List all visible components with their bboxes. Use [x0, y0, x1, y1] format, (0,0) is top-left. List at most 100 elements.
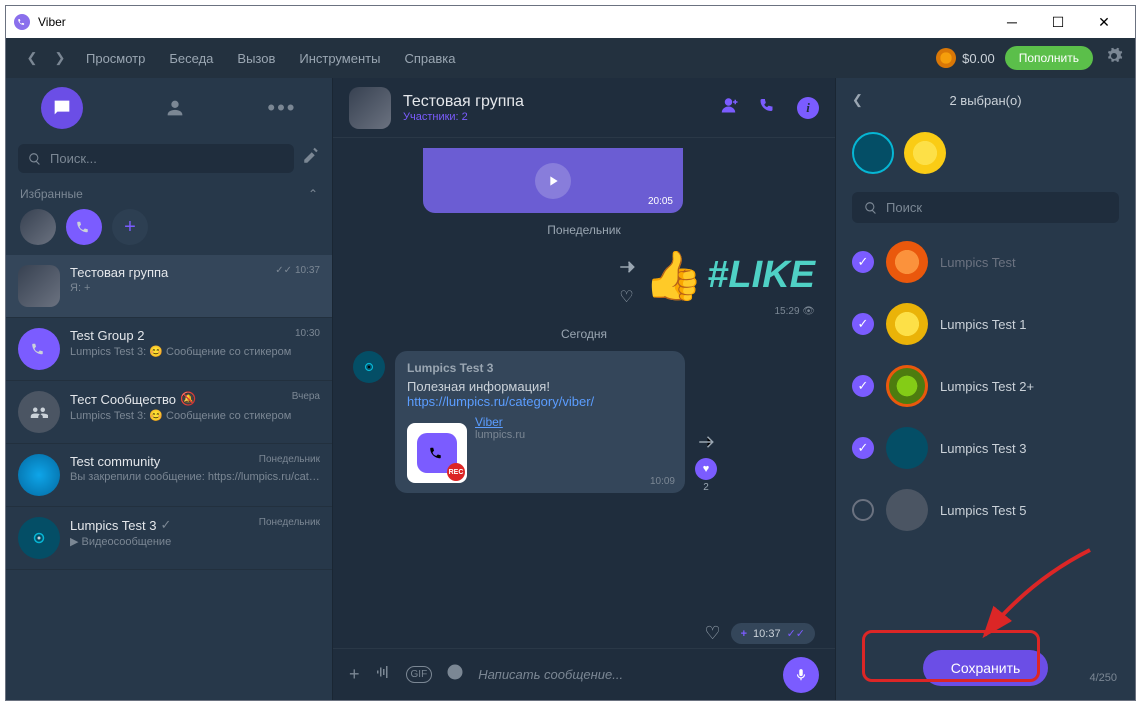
checkbox-checked[interactable]: ✓ [852, 375, 874, 397]
titlebar: Viber ─ ☐ ✕ [6, 6, 1135, 38]
checkbox-checked[interactable]: ✓ [852, 251, 874, 273]
nav-back-button[interactable]: ❮ [18, 44, 46, 72]
chat-avatar [18, 454, 60, 496]
forward-icon[interactable] [618, 258, 636, 281]
day-divider: Сегодня [353, 327, 815, 341]
mute-icon: 🔕 [180, 391, 196, 407]
favorites-section[interactable]: Избранные ⌃ [6, 179, 332, 209]
message-link[interactable]: https://lumpics.ru/category/viber/ [407, 394, 594, 409]
chat-item[interactable]: Lumpics Test 3 ✓ ▶ Видеосообщение Понеде… [6, 507, 332, 570]
panel-search-placeholder: Поиск [886, 200, 922, 215]
sent-status[interactable]: + 10:37 ✓✓ [731, 623, 815, 644]
selected-avatar[interactable] [904, 132, 946, 174]
contact-row[interactable]: Lumpics Test 5 [836, 479, 1135, 541]
attach-icon[interactable]: + [349, 664, 360, 685]
close-button[interactable]: ✕ [1081, 6, 1127, 38]
contact-avatar [886, 365, 928, 407]
chat-item[interactable]: Test community Вы закрепили сообщение: h… [6, 444, 332, 507]
chat-title: Тест Сообщество 🔕 [70, 391, 320, 407]
panel-search-input[interactable]: Поиск [852, 192, 1119, 223]
balance-icon [936, 48, 956, 68]
video-message[interactable]: 20:05 [423, 148, 683, 213]
message-bubble[interactable]: Lumpics Test 3 Полезная информация! http… [395, 351, 685, 493]
chats-tab-icon[interactable] [41, 87, 83, 129]
sidebar-search-placeholder: Поиск... [50, 151, 97, 166]
chat-item[interactable]: Тест Сообщество 🔕 Lumpics Test 3: 😊 Сооб… [6, 381, 332, 444]
app-title: Viber [38, 15, 66, 29]
info-icon[interactable]: i [797, 97, 819, 119]
save-button[interactable]: Сохранить [923, 650, 1049, 686]
balance-display[interactable]: $0.00 [936, 48, 995, 68]
link-title[interactable]: Viber [475, 415, 525, 429]
mic-button[interactable] [783, 657, 819, 693]
sidebar: ••• Поиск... Избранные ⌃ + [6, 78, 333, 700]
call-icon[interactable] [759, 96, 777, 119]
checks-icon: ✓✓ [787, 627, 805, 640]
chat-preview: Вы закрепили сообщение: https://lumpics.… [70, 471, 320, 483]
minimize-button[interactable]: ─ [989, 6, 1035, 38]
like-sticker[interactable]: 👍 #LIKE [644, 247, 815, 304]
contact-row[interactable]: ✓ Lumpics Test 2+ [836, 355, 1135, 417]
link-preview-image[interactable]: REC [407, 423, 467, 483]
topup-button[interactable]: Пополнить [1005, 46, 1093, 70]
selected-avatar[interactable] [852, 132, 894, 174]
contacts-list: ✓ Lumpics Test ✓ Lumpics Test 1 ✓ Lumpic… [836, 231, 1135, 636]
contact-name: Lumpics Test 1 [940, 317, 1026, 332]
contact-avatar [886, 241, 928, 283]
maximize-button[interactable]: ☐ [1035, 6, 1081, 38]
contact-row[interactable]: ✓ Lumpics Test [836, 231, 1135, 293]
sidebar-search-input[interactable]: Поиск... [18, 144, 294, 173]
nav-forward-button[interactable]: ❯ [46, 44, 74, 72]
message-input[interactable]: Написать сообщение... [478, 667, 769, 682]
composer: + GIF Написать сообщение... [333, 648, 835, 700]
heart-outline-icon[interactable]: ♡ [704, 623, 720, 644]
contact-name: Lumpics Test 3 [940, 441, 1026, 456]
chat-header-subtitle[interactable]: Участники: 2 [403, 111, 524, 123]
menu-view[interactable]: Просмотр [74, 51, 157, 66]
compose-icon[interactable] [302, 147, 320, 170]
favorite-avatar[interactable] [20, 209, 56, 245]
menu-help[interactable]: Справка [392, 51, 467, 66]
message-time: 10:09 [650, 476, 675, 487]
chat-item[interactable]: Тестовая группа Я: + ✓✓10:37 [6, 255, 332, 318]
heart-icon[interactable]: ♡ [619, 287, 633, 307]
reaction-heart[interactable]: ♥ [695, 458, 717, 480]
menu-tools[interactable]: Инструменты [287, 51, 392, 66]
audio-bars-icon[interactable] [374, 663, 392, 686]
play-icon [535, 163, 571, 199]
plus-icon: + [741, 628, 747, 640]
app-icon [14, 14, 30, 30]
chat-pane: Тестовая группа Участники: 2 i 20:05 Пон… [333, 78, 835, 700]
forward-icon[interactable] [697, 433, 715, 456]
contact-row[interactable]: ✓ Lumpics Test 1 [836, 293, 1135, 355]
settings-icon[interactable] [1105, 47, 1123, 70]
favorite-viber[interactable] [66, 209, 102, 245]
add-favorite-button[interactable]: + [112, 209, 148, 245]
checkbox-checked[interactable]: ✓ [852, 313, 874, 335]
messages-area[interactable]: 20:05 Понедельник ♡ 👍 #LIKE 15:29 👁 [333, 138, 835, 619]
contact-avatar [886, 489, 928, 531]
emoji-icon[interactable] [446, 663, 464, 686]
message-avatar[interactable] [353, 351, 385, 383]
chat-header-title: Тестовая группа [403, 93, 524, 111]
gif-icon[interactable]: GIF [406, 666, 433, 683]
more-icon[interactable]: ••• [267, 95, 296, 121]
chat-preview: ▶ Видеосообщение [70, 535, 320, 548]
checkbox-unchecked[interactable] [852, 499, 874, 521]
back-icon[interactable]: ❮ [852, 92, 863, 108]
add-member-icon[interactable] [721, 96, 739, 119]
menu-call[interactable]: Вызов [225, 51, 287, 66]
contact-row[interactable]: ✓ Lumpics Test 3 [836, 417, 1135, 479]
chat-item[interactable]: Test Group 2 Lumpics Test 3: 😊 Сообщение… [6, 318, 332, 381]
contacts-tab-icon[interactable] [154, 87, 196, 129]
search-icon [864, 201, 878, 215]
chat-preview: Lumpics Test 3: 😊 Сообщение со стикером [70, 345, 320, 358]
verified-icon: ✓ [160, 517, 171, 533]
chat-header-avatar[interactable] [349, 87, 391, 129]
menu-chat[interactable]: Беседа [157, 51, 225, 66]
like-text: #LIKE [707, 254, 815, 297]
checkbox-checked[interactable]: ✓ [852, 437, 874, 459]
eye-icon: 👁 [802, 306, 815, 317]
video-time: 20:05 [648, 196, 673, 207]
chat-title: Test Group 2 [70, 328, 320, 343]
